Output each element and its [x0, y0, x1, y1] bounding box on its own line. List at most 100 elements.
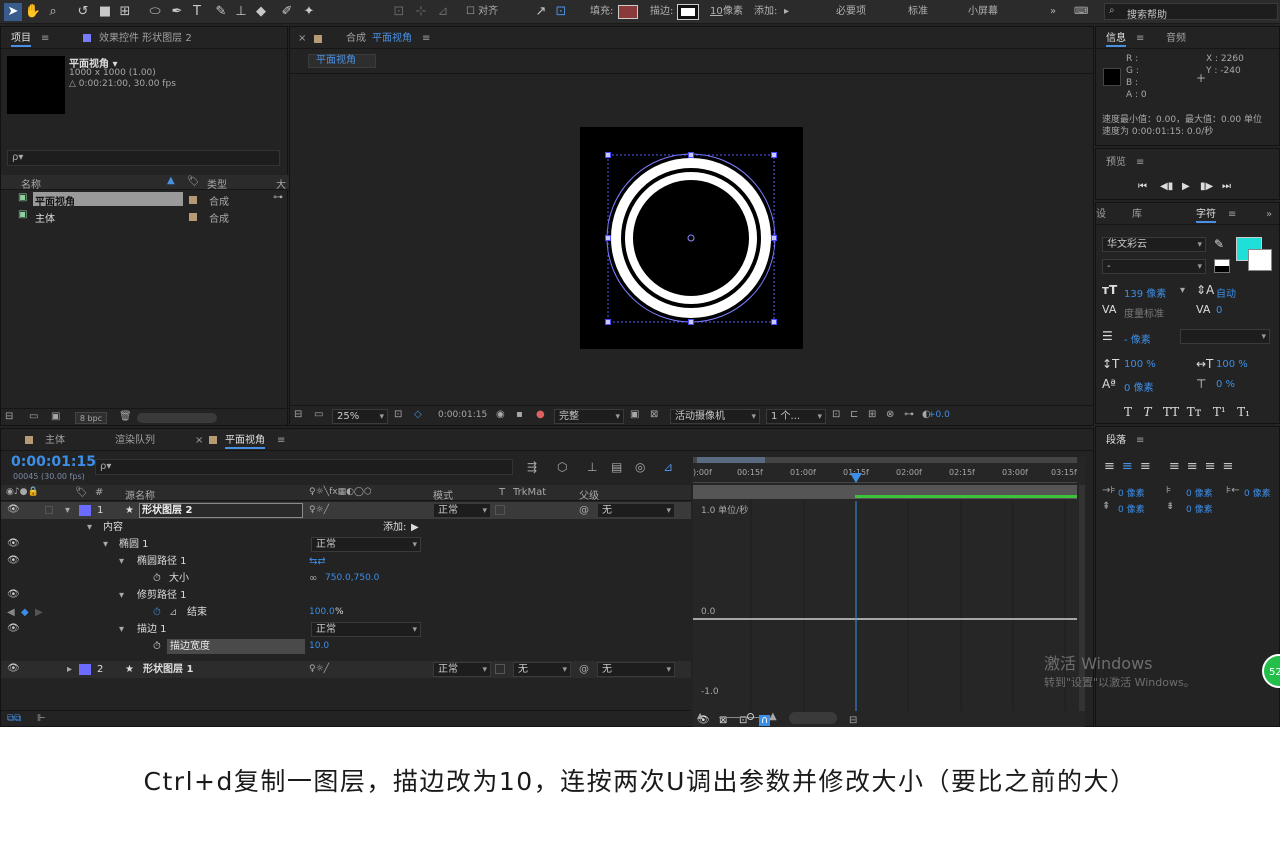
size-property-row[interactable]: ⏱ 大小 ∞ 750.0,750.0 — [1, 570, 691, 587]
prev-keyframe-icon[interactable]: ◀ — [7, 604, 15, 621]
sort-up-icon[interactable]: ▲ — [167, 175, 175, 186]
stroke-group-row[interactable]: 👁 ▾ 描边 1 正常 — [1, 621, 691, 638]
eye-icon[interactable]: 👁 — [7, 539, 20, 549]
sync-icon[interactable]: ⌨ — [1074, 2, 1088, 21]
tab-info[interactable]: 信息 — [1106, 31, 1126, 47]
layer-label-color[interactable] — [79, 505, 91, 516]
snap-options-icon[interactable]: ⊡ — [552, 3, 570, 21]
tracking-value[interactable]: 0 — [1216, 305, 1222, 316]
tab-composition[interactable]: 平面视角 — [372, 31, 412, 47]
transform-handle[interactable] — [605, 235, 611, 241]
shape-switches-icon[interactable]: ♀☼╱ — [309, 502, 329, 519]
stroke-swatch[interactable] — [677, 4, 699, 20]
expand-triangle-icon[interactable]: ▾ — [119, 621, 124, 638]
col-trkmat[interactable]: TrkMat — [513, 487, 546, 498]
workspace-small-screen[interactable]: 小屏幕 — [968, 2, 998, 21]
interpret-footage-icon[interactable]: ⊟ — [5, 411, 13, 422]
region-of-interest-icon[interactable]: ▣ — [630, 409, 639, 420]
current-time-display[interactable]: 0:00:01:15 — [11, 454, 96, 470]
ellipse-tool-icon[interactable]: ⬭ — [146, 3, 164, 21]
stroke-label[interactable]: 描边: — [650, 2, 673, 21]
layer-label-color[interactable] — [79, 664, 91, 675]
close-icon[interactable]: × — [298, 31, 306, 47]
col-size[interactable]: 大 — [276, 176, 286, 191]
panel-menu-icon[interactable]: ≡ — [1228, 207, 1236, 223]
kerning-value[interactable]: 度量标准 — [1124, 305, 1164, 320]
in-out-toggle-icon[interactable]: ⊩ — [37, 713, 46, 724]
timeline-search-input[interactable]: ρ▾ — [95, 459, 513, 475]
stopwatch-icon[interactable]: ⏱ — [153, 638, 161, 655]
next-keyframe-icon[interactable]: ▶ — [35, 604, 43, 621]
font-style-dropdown[interactable]: - — [1102, 259, 1206, 274]
col-mode[interactable]: 模式 — [433, 487, 453, 502]
transform-handle[interactable] — [771, 319, 777, 325]
snapshot-icon[interactable]: ◉ — [496, 409, 505, 420]
preserve-transparency-box[interactable] — [495, 664, 505, 674]
new-folder-icon[interactable]: ▭ — [29, 411, 38, 422]
pickwhip-icon[interactable]: @ — [579, 502, 589, 519]
expand-triangle-icon[interactable]: ▾ — [103, 536, 108, 553]
fast-preview-icon[interactable]: ⊗ — [886, 409, 894, 420]
col-parent[interactable]: 父级 — [579, 487, 599, 502]
resolution-dropdown[interactable]: 完整 — [554, 409, 624, 424]
eye-icon[interactable]: 👁 — [7, 590, 20, 600]
monitor-icon[interactable]: ▭ — [314, 409, 323, 420]
project-item-row[interactable]: ▣ 平面视角 合成 ⊶ — [1, 191, 289, 208]
panel-menu-icon[interactable]: ≡ — [277, 433, 285, 449]
char-stroke-value[interactable]: - 像素 — [1124, 331, 1151, 346]
panel-menu-icon[interactable]: ≡ — [422, 31, 430, 47]
first-frame-icon[interactable]: ⏮ — [1138, 181, 1147, 192]
world-axis-icon[interactable]: ⊹ — [412, 3, 430, 21]
fill-label[interactable]: 填充: — [590, 2, 613, 21]
font-size-value[interactable]: 139 像素 — [1124, 285, 1166, 300]
layer-duration-bar[interactable] — [693, 485, 1077, 499]
end-value[interactable]: 100.0 — [309, 604, 335, 621]
tab-preview[interactable]: 预览 — [1106, 155, 1126, 171]
snap-icon[interactable]: ↗ — [532, 3, 550, 21]
stroke-blend-dropdown[interactable]: 正常 — [311, 622, 421, 637]
blend-mode-dropdown[interactable]: 正常 — [433, 503, 491, 518]
puppet-pin-icon[interactable]: ✦ — [300, 3, 318, 21]
graph-editor-icon[interactable]: ⊿ — [663, 460, 673, 474]
tab-character[interactable]: 字符 — [1196, 207, 1216, 223]
zoom-out-icon[interactable]: ▲ — [697, 711, 703, 720]
show-snapshot-icon[interactable]: ▪ — [516, 409, 523, 420]
pickwhip-icon[interactable]: @ — [579, 661, 589, 678]
comp-navigator-tab[interactable]: 平面视角 — [308, 54, 376, 68]
project-search-input[interactable]: ρ▾ — [7, 150, 280, 166]
flowchart-icon[interactable]: ⊞ — [868, 409, 876, 420]
dropdown-icon[interactable]: ▾ — [1180, 285, 1185, 296]
panel-menu-icon[interactable]: ≡ — [1136, 433, 1144, 449]
parent-dropdown[interactable]: 无 — [597, 662, 675, 677]
vertical-scale-value[interactable]: 100 % — [1124, 359, 1156, 370]
anchor-point[interactable] — [687, 234, 695, 242]
transform-handle[interactable] — [771, 235, 777, 241]
transform-handle[interactable] — [688, 319, 694, 325]
layer-trim-bar[interactable] — [855, 495, 1077, 498]
view-axis-icon[interactable]: ⊿ — [434, 3, 452, 21]
fill-swatch[interactable] — [618, 5, 638, 19]
stopwatch-icon[interactable]: ⏱ — [153, 570, 161, 587]
work-area-range[interactable] — [697, 457, 765, 463]
tab-audio[interactable]: 音频 — [1166, 31, 1186, 47]
transparency-grid-icon[interactable]: ◇ — [414, 409, 422, 420]
shape-switches-icon[interactable]: ♀☼╱ — [309, 661, 329, 678]
layer-row-2[interactable]: 👁 ▸ 2 ★ 形状图层 1 ♀☼╱ 正常 无 @ 无 — [1, 661, 691, 678]
layer-name[interactable]: 形状图层 1 — [143, 661, 193, 678]
more-icon[interactable]: » — [1266, 207, 1272, 223]
timeline-scrollbar[interactable] — [789, 712, 837, 724]
zoom-slider-thumb[interactable] — [747, 713, 754, 720]
trkmat-dropdown[interactable]: 无 — [513, 662, 571, 677]
space-before-value[interactable]: 0 像素 — [1118, 502, 1145, 515]
alignment-buttons[interactable]: ≡≡≡ ≡≡≡≡ — [1104, 459, 1276, 474]
ellipse-path-row[interactable]: 👁 ▾ 椭圆路径 1 ⇆⇄ — [1, 553, 691, 570]
brush-tool-icon[interactable]: ✎ — [212, 3, 230, 21]
stroke-color-swatch[interactable] — [1248, 249, 1272, 271]
indent-left-value[interactable]: 0 像素 — [1118, 486, 1145, 499]
expand-triangle-icon[interactable]: ▾ — [119, 587, 124, 604]
indent-first-value[interactable]: 0 像素 — [1186, 486, 1213, 499]
stroke-width-label[interactable]: 描边宽度 — [167, 639, 305, 654]
selection-tool-icon[interactable]: ➤ — [4, 3, 22, 21]
eraser-tool-icon[interactable]: ◆ — [252, 3, 270, 21]
next-frame-icon[interactable]: ▮▶ — [1200, 181, 1213, 192]
